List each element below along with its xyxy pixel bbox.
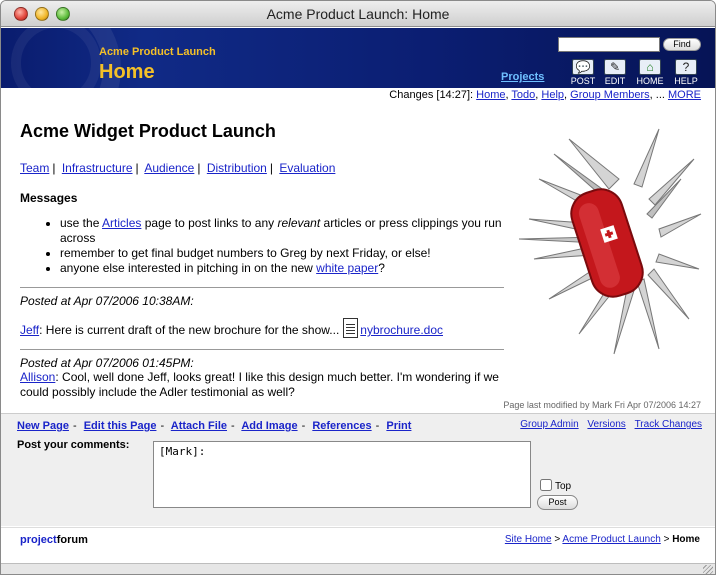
nav-infrastructure-link[interactable]: Infrastructure: [62, 161, 133, 175]
breadcrumb-site-home[interactable]: Site Home: [505, 534, 552, 545]
speech-bubble-icon: 💬: [572, 59, 594, 75]
changes-link-home[interactable]: Home: [476, 89, 505, 101]
last-modified-text: Page last modified by Mark Fri Apr 07/20…: [503, 400, 701, 410]
post-date: Posted at Apr 07/2006 01:45PM:: [20, 356, 194, 370]
title-bar: Acme Product Launch: Home: [1, 1, 715, 27]
window-title: Acme Product Launch: Home: [266, 6, 450, 22]
post-button[interactable]: Post: [537, 495, 578, 510]
browser-window: Acme Product Launch: Home Acme Product L…: [0, 0, 716, 575]
changes-prefix: Changes [14:27]:: [389, 89, 474, 101]
references-link[interactable]: References: [312, 420, 371, 432]
articles-link[interactable]: Articles: [102, 216, 141, 230]
add-image-link[interactable]: Add Image: [241, 420, 297, 432]
attach-file-link[interactable]: Attach File: [171, 420, 227, 432]
track-changes-link[interactable]: Track Changes: [635, 419, 702, 430]
question-icon: ?: [675, 59, 697, 75]
banner-decoration: [11, 28, 101, 88]
admin-links: Group Admin Versions Track Changes: [514, 419, 702, 430]
header-banner: Acme Product Launch Home Projects Find 💬…: [1, 28, 715, 88]
list-item: remember to get final budget numbers to …: [60, 246, 504, 261]
nav-team-link[interactable]: Team: [20, 161, 49, 175]
nav-evaluation-link[interactable]: Evaluation: [279, 161, 335, 175]
versions-link[interactable]: Versions: [587, 419, 625, 430]
post-author-link[interactable]: Jeff: [20, 323, 39, 337]
nav-audience-link[interactable]: Audience: [144, 161, 194, 175]
changes-more-link[interactable]: MORE: [668, 89, 701, 101]
breadcrumb-current: Home: [672, 534, 700, 545]
search-input[interactable]: [558, 37, 660, 52]
find-button[interactable]: Find: [663, 38, 701, 51]
section-nav: Team | Infrastructure | Audience | Distribu…: [20, 161, 336, 175]
projectforum-logo[interactable]: projectforum: [20, 534, 88, 546]
list-item: anyone else interested in pitching in on…: [60, 261, 504, 276]
edit-page-link[interactable]: Edit this Page: [84, 420, 157, 432]
edit-tool-button[interactable]: ✎ EDIT: [599, 59, 631, 86]
post-author-link[interactable]: Allison: [20, 370, 55, 384]
tool-label: HELP: [674, 76, 698, 86]
changes-link-help[interactable]: Help: [541, 89, 564, 101]
divider: [20, 287, 504, 288]
page-actions: New Page - Edit this Page - Attach File - A…: [17, 420, 412, 432]
footer: projectforum Site Home > Acme Product La…: [1, 527, 715, 563]
white-paper-link[interactable]: white paper: [316, 261, 378, 275]
main-content: Acme Widget Product Launch Team | Infrast…: [20, 121, 504, 400]
post-comments-label: Post your comments:: [17, 439, 130, 451]
top-checkbox-label[interactable]: Top: [540, 479, 571, 492]
tool-label: EDIT: [604, 76, 626, 86]
breadcrumb: Site Home > Acme Product Launch > Home: [504, 534, 700, 545]
resize-grip[interactable]: [703, 565, 713, 574]
page-heading: Home: [99, 61, 155, 83]
page-actions-area: New Page - Edit this Page - Attach File - A…: [1, 413, 715, 526]
post-date: Posted at Apr 07/2006 10:38AM:: [20, 294, 194, 308]
help-tool-button[interactable]: ? HELP: [670, 59, 702, 86]
house-icon: ⌂: [639, 59, 661, 75]
project-subtitle: Acme Product Launch: [99, 46, 216, 58]
post-tool-button[interactable]: 💬 POST: [567, 59, 599, 86]
print-link[interactable]: Print: [386, 420, 411, 432]
swiss-army-knife-image: [518, 128, 702, 355]
tool-label: POST: [570, 76, 596, 86]
changes-link-todo[interactable]: Todo: [511, 89, 535, 101]
post-body: Allison: Cool, well done Jeff, looks gre…: [20, 370, 499, 399]
home-tool-button[interactable]: ⌂ HOME: [634, 59, 666, 86]
attachment-link[interactable]: nybrochure.doc: [360, 323, 443, 337]
status-bar: [1, 563, 715, 574]
post-body: Jeff: Here is current draft of the new b…: [20, 318, 504, 338]
new-page-link[interactable]: New Page: [17, 420, 69, 432]
comment-textarea[interactable]: [153, 441, 531, 508]
projects-link[interactable]: Projects: [501, 71, 544, 83]
list-item: use the Articles page to post links to a…: [60, 216, 504, 246]
divider: [20, 349, 504, 350]
changes-ellipsis: ...: [655, 89, 665, 101]
breadcrumb-project[interactable]: Acme Product Launch: [562, 534, 660, 545]
nav-distribution-link[interactable]: Distribution: [207, 161, 267, 175]
group-admin-link[interactable]: Group Admin: [520, 419, 578, 430]
page-title: Acme Widget Product Launch: [20, 121, 276, 141]
messages-list: use the Articles page to post links to a…: [60, 216, 504, 276]
changes-link-group-members[interactable]: Group Members: [570, 89, 649, 101]
recent-changes-bar: Changes [14:27]: Home, Todo, Help, Group…: [389, 89, 701, 101]
pencil-edit-icon: ✎: [604, 59, 626, 75]
tool-label: HOME: [636, 76, 664, 86]
document-icon: [343, 318, 359, 338]
messages-heading: Messages: [20, 191, 78, 205]
top-checkbox[interactable]: [540, 479, 552, 491]
